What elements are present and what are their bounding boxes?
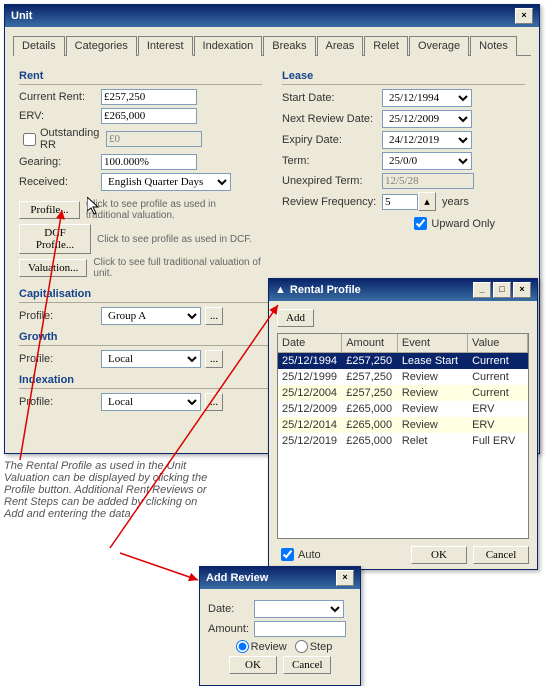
cancel-button[interactable]: Cancel bbox=[283, 656, 331, 674]
review-freq-spinner[interactable]: ▴ bbox=[418, 192, 436, 211]
next-review-select[interactable]: 25/12/2009 bbox=[382, 110, 472, 128]
table-header: Date Amount Event Value bbox=[278, 334, 528, 353]
index-profile-select[interactable]: Local bbox=[101, 393, 201, 411]
tab-relet[interactable]: Relet bbox=[364, 36, 408, 56]
tab-breaks[interactable]: Breaks bbox=[263, 36, 315, 56]
profile-button[interactable]: Profile... bbox=[19, 201, 80, 219]
rental-profile-window: ▲ Rental Profile _ □ × Add Date Amount E… bbox=[268, 278, 538, 570]
explanation-text: The Rental Profile as used in the Unit V… bbox=[4, 460, 214, 520]
amount-label: Amount: bbox=[208, 623, 254, 635]
table-row[interactable]: 25/12/2004£257,250ReviewCurrent bbox=[278, 385, 528, 401]
current-rent-label: Current Rent: bbox=[19, 91, 101, 103]
add-review-title: Add Review bbox=[206, 572, 334, 584]
dcf-profile-button[interactable]: DCF Profile... bbox=[19, 224, 91, 254]
received-label: Received: bbox=[19, 176, 101, 188]
expiry-date-label: Expiry Date: bbox=[282, 134, 382, 146]
gearing-label: Gearing: bbox=[19, 156, 101, 168]
dcf-hint: Click to see profile as used in DCF. bbox=[97, 234, 252, 245]
outstanding-rr-input bbox=[106, 131, 202, 147]
rental-title: Rental Profile bbox=[290, 284, 471, 296]
cursor-icon bbox=[87, 197, 103, 217]
table-row[interactable]: 25/12/2014£265,000ReviewERV bbox=[278, 417, 528, 433]
next-review-label: Next Review Date: bbox=[282, 113, 382, 125]
term-label: Term: bbox=[282, 155, 382, 167]
growth-profile-more-button[interactable]: ... bbox=[205, 350, 223, 368]
tab-interest[interactable]: Interest bbox=[138, 36, 193, 56]
growth-profile-select[interactable]: Local bbox=[101, 350, 201, 368]
start-date-select[interactable]: 25/12/1994 bbox=[382, 89, 472, 107]
growth-profile-label: Profile: bbox=[19, 353, 101, 365]
tab-areas[interactable]: Areas bbox=[317, 36, 364, 56]
upward-only-label: Upward Only bbox=[431, 218, 495, 230]
rental-titlebar: ▲ Rental Profile _ □ × bbox=[269, 279, 537, 301]
rent-heading: Rent bbox=[19, 70, 262, 82]
maximize-icon[interactable]: □ bbox=[493, 282, 511, 298]
index-profile-more-button[interactable]: ... bbox=[205, 393, 223, 411]
start-date-label: Start Date: bbox=[282, 92, 382, 104]
table-row[interactable]: 25/12/1994£257,250Lease StartCurrent bbox=[278, 353, 528, 369]
table-row[interactable]: 25/12/2019£265,000ReletFull ERV bbox=[278, 433, 528, 449]
received-select[interactable]: English Quarter Days bbox=[101, 173, 231, 191]
review-freq-input[interactable] bbox=[382, 194, 418, 210]
outstanding-rr-checkbox[interactable] bbox=[23, 133, 36, 146]
amount-input[interactable] bbox=[254, 621, 346, 637]
add-review-window: Add Review × Date: Amount: Review Step OK… bbox=[199, 566, 361, 686]
app-icon: ▲ bbox=[275, 284, 286, 296]
auto-label: Auto bbox=[298, 549, 321, 561]
outstanding-rr-label: Outstanding RR bbox=[40, 127, 106, 151]
valuation-hint: Click to see full traditional valuation … bbox=[93, 257, 262, 279]
term-select[interactable]: 25/0/0 bbox=[382, 152, 472, 170]
step-radio-label: Step bbox=[310, 641, 333, 653]
table-row[interactable]: 25/12/1999£257,250ReviewCurrent bbox=[278, 369, 528, 385]
erv-label: ERV: bbox=[19, 110, 101, 122]
unit-title: Unit bbox=[11, 10, 513, 22]
ok-button[interactable]: OK bbox=[411, 546, 467, 564]
unexpired-term-label: Unexpired Term: bbox=[282, 175, 382, 187]
valuation-button[interactable]: Valuation... bbox=[19, 259, 87, 277]
tab-indexation[interactable]: Indexation bbox=[194, 36, 263, 56]
date-label: Date: bbox=[208, 603, 254, 615]
review-radio[interactable] bbox=[236, 640, 249, 653]
upward-only-checkbox[interactable] bbox=[414, 217, 427, 230]
cap-profile-more-button[interactable]: ... bbox=[205, 307, 223, 325]
cap-profile-select[interactable]: Group A bbox=[101, 307, 201, 325]
close-icon[interactable]: × bbox=[515, 8, 533, 24]
tab-notes[interactable]: Notes bbox=[470, 36, 517, 56]
step-radio[interactable] bbox=[295, 640, 308, 653]
close-icon[interactable]: × bbox=[336, 570, 354, 586]
ok-button[interactable]: OK bbox=[229, 656, 277, 674]
expiry-date-select[interactable]: 24/12/2019 bbox=[382, 131, 472, 149]
date-select[interactable] bbox=[254, 600, 344, 618]
gearing-input[interactable] bbox=[101, 154, 197, 170]
cap-profile-label: Profile: bbox=[19, 310, 101, 322]
years-label: years bbox=[442, 196, 469, 208]
add-button[interactable]: Add bbox=[277, 309, 314, 327]
unexpired-term-input bbox=[382, 173, 474, 189]
review-freq-label: Review Frequency: bbox=[282, 196, 382, 208]
tab-categories[interactable]: Categories bbox=[66, 36, 137, 56]
tab-details[interactable]: Details bbox=[13, 36, 65, 56]
table-row[interactable]: 25/12/2009£265,000ReviewERV bbox=[278, 401, 528, 417]
current-rent-input[interactable] bbox=[101, 89, 197, 105]
index-profile-label: Profile: bbox=[19, 396, 101, 408]
add-review-titlebar: Add Review × bbox=[200, 567, 360, 589]
erv-input[interactable] bbox=[101, 108, 197, 124]
lease-heading: Lease bbox=[282, 70, 525, 82]
auto-checkbox[interactable] bbox=[281, 548, 294, 561]
unit-titlebar: Unit × bbox=[5, 5, 539, 27]
cancel-button[interactable]: Cancel bbox=[473, 546, 529, 564]
review-radio-label: Review bbox=[251, 641, 287, 653]
tab-strip: Details Categories Interest Indexation B… bbox=[13, 35, 531, 56]
profile-hint: Click to see profile as used in traditio… bbox=[86, 199, 262, 221]
close-icon[interactable]: × bbox=[513, 282, 531, 298]
minimize-icon[interactable]: _ bbox=[473, 282, 491, 298]
tab-overage[interactable]: Overage bbox=[409, 36, 469, 56]
